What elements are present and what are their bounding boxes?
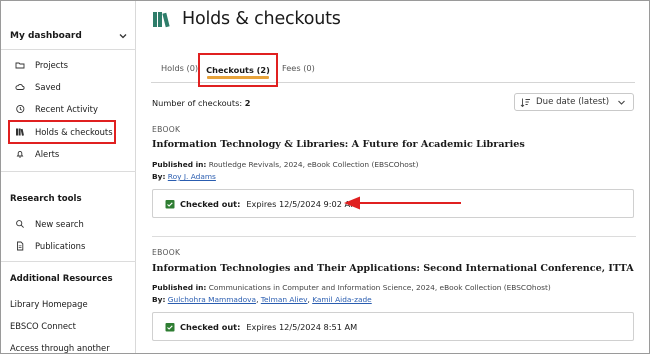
library-homepage-link[interactable]: Library Homepage xyxy=(10,299,88,309)
divider xyxy=(152,236,636,237)
sidebar-item-label: Publications xyxy=(35,241,86,251)
sort-label: Due date (latest) xyxy=(536,97,610,107)
books-icon xyxy=(153,12,170,28)
sidebar-item-alerts[interactable]: Alerts xyxy=(15,147,59,161)
count-label: Number of checkouts: xyxy=(152,98,243,108)
document-icon xyxy=(17,241,24,251)
author-link[interactable]: Gulchohra Mammadova xyxy=(168,295,256,304)
dashboard-title: My dashboard xyxy=(10,31,82,41)
tab-bar: Holds (0) Checkouts (2) Fees (0) xyxy=(151,53,635,87)
tab-label: Holds (0) xyxy=(161,63,199,73)
history-icon xyxy=(16,104,25,114)
item-title-link[interactable]: Information Technologies and Their Appli… xyxy=(152,263,637,274)
sidebar-item-label: Saved xyxy=(35,82,61,92)
sidebar-item-projects[interactable]: Projects xyxy=(15,58,68,72)
published-in: Published in: Communications in Computer… xyxy=(152,283,551,292)
search-icon xyxy=(16,220,24,228)
tab-holds[interactable]: Holds (0) xyxy=(161,53,198,83)
sidebar-item-recent-activity[interactable]: Recent Activity xyxy=(15,102,98,116)
checkout-status-box: Checked out: Expires 12/5/2024 8:51 AM xyxy=(152,312,634,341)
tab-label: Checkouts (2) xyxy=(206,65,270,75)
divider xyxy=(1,261,136,262)
sidebar: My dashboard Projects Saved Recent Activ… xyxy=(1,1,136,353)
authors-line: By: Gulchohra Mammadova, Telman Aliev, K… xyxy=(152,295,372,304)
item-type-label: EBOOK xyxy=(152,125,181,134)
tab-checkouts[interactable]: Checkouts (2) xyxy=(198,53,278,87)
published-value: Routledge Revivals, 2024, eBook Collecti… xyxy=(208,160,419,169)
annotation-arrow-icon xyxy=(344,196,461,210)
access-through-another-link[interactable]: Access through another xyxy=(10,343,110,353)
count-value: 2 xyxy=(244,98,251,108)
published-in: Published in: Routledge Revivals, 2024, … xyxy=(152,160,418,169)
sidebar-item-publications[interactable]: Publications xyxy=(15,239,85,253)
sidebar-item-label: Projects xyxy=(35,60,69,70)
status-value: Expires 12/5/2024 9:02 AM xyxy=(246,198,358,209)
sidebar-item-saved[interactable]: Saved xyxy=(15,80,61,94)
divider xyxy=(1,171,136,172)
page-frame: My dashboard Projects Saved Recent Activ… xyxy=(0,0,650,354)
item-type-label: EBOOK xyxy=(152,248,181,257)
author-link[interactable]: Telman Aliev xyxy=(261,295,308,304)
by-label: By: xyxy=(152,295,166,304)
published-label: Published in: xyxy=(152,160,207,169)
active-tab-indicator xyxy=(207,76,269,79)
chevron-down-icon xyxy=(618,100,625,105)
status-value: Expires 12/5/2024 8:51 AM xyxy=(246,321,358,332)
ebsco-connect-link[interactable]: EBSCO Connect xyxy=(10,321,76,331)
tab-fees[interactable]: Fees (0) xyxy=(282,53,315,83)
research-tools-heading: Research tools xyxy=(10,194,82,204)
calendar-check-icon xyxy=(165,322,175,331)
author-link[interactable]: Kamil Aida-zade xyxy=(312,295,372,304)
folder-icon xyxy=(15,62,25,69)
sidebar-item-label: New search xyxy=(35,219,84,229)
author-link[interactable]: Roy J. Adams xyxy=(168,172,216,181)
item-title-link[interactable]: Information Technology & Libraries: A Fu… xyxy=(152,139,637,150)
divider xyxy=(1,49,136,50)
sidebar-item-new-search[interactable]: New search xyxy=(15,217,84,231)
status-label: Checked out: xyxy=(180,198,241,209)
bell-icon xyxy=(16,150,24,158)
page-title: Holds & checkouts xyxy=(182,9,341,29)
dashboard-header[interactable]: My dashboard xyxy=(10,29,128,43)
authors-line: By: Roy J. Adams xyxy=(152,172,216,181)
books-icon xyxy=(16,128,24,136)
by-label: By: xyxy=(152,172,166,181)
tab-label: Fees (0) xyxy=(282,63,315,73)
calendar-check-icon xyxy=(165,199,175,208)
checkout-count: Number of checkouts: 2 xyxy=(152,98,250,108)
main-content: Holds & checkouts Holds (0) Checkouts (2… xyxy=(137,1,649,353)
sort-dropdown[interactable]: Due date (latest) xyxy=(514,93,634,111)
cloud-icon xyxy=(15,84,25,90)
sidebar-item-label: Alerts xyxy=(35,149,60,159)
page-header: Holds & checkouts xyxy=(152,9,341,29)
chevron-down-icon[interactable] xyxy=(118,31,128,41)
sidebar-item-holds-checkouts[interactable]: Holds & checkouts xyxy=(8,120,116,144)
sidebar-item-label: Holds & checkouts xyxy=(35,127,113,137)
sort-icon xyxy=(520,98,530,107)
sidebar-item-label: Recent Activity xyxy=(35,104,98,114)
published-value: Communications in Computer and Informati… xyxy=(208,283,551,292)
status-label: Checked out: xyxy=(180,321,241,332)
additional-resources-heading: Additional Resources xyxy=(10,274,113,284)
published-label: Published in: xyxy=(152,283,207,292)
